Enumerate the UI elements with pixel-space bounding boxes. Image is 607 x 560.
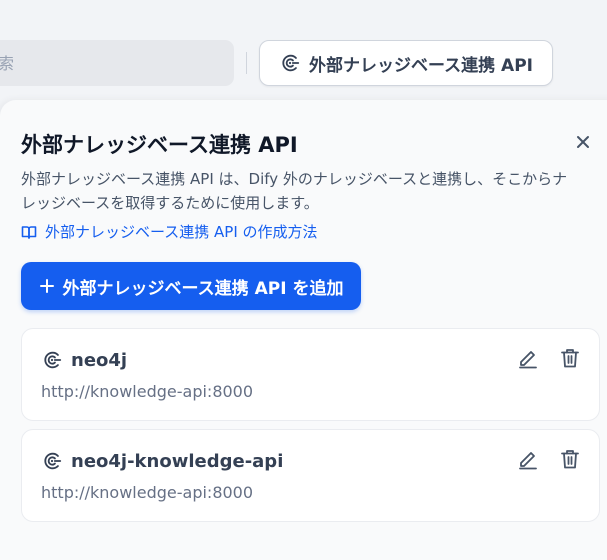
api-card[interactable]: neo4j-knowledge-api http://knowledge-api… (21, 429, 600, 522)
api-card[interactable]: neo4j http://knowledge-api:8000 (21, 328, 600, 421)
edit-icon (517, 347, 539, 369)
external-api-button-label: 外部ナレッジベース連携 API (308, 55, 533, 76)
api-card-actions (517, 347, 581, 369)
add-external-api-button[interactable]: 外部ナレッジベース連携 API を追加 (21, 262, 361, 310)
api-name: neo4j-knowledge-api (71, 450, 284, 472)
api-connection-icon (41, 450, 63, 472)
delete-button[interactable] (559, 347, 581, 369)
top-toolbar: 外部ナレッジベース連携 API (0, 0, 607, 100)
external-api-button[interactable]: 外部ナレッジベース連携 API (259, 40, 553, 86)
external-api-panel: 外部ナレッジベース連携 API 外部ナレッジベース連携 API は、Dify 外… (0, 100, 607, 560)
edit-button[interactable] (517, 448, 539, 470)
close-button[interactable] (572, 131, 594, 153)
trash-icon (559, 448, 581, 470)
api-card-header: neo4j (41, 349, 127, 371)
api-connection-icon (279, 52, 301, 74)
panel-description: 外部ナレッジベース連携 API は、Dify 外のナレッジベースと連携し、そこか… (21, 170, 568, 212)
panel-title: 外部ナレッジベース連携 API (21, 133, 298, 157)
edit-icon (517, 448, 539, 470)
howto-link-label: 外部ナレッジベース連携 API の作成方法 (45, 223, 318, 241)
howto-link[interactable]: 外部ナレッジベース連携 API の作成方法 (21, 221, 318, 242)
api-name: neo4j (71, 349, 128, 371)
divider (246, 52, 247, 74)
trash-icon (559, 347, 581, 369)
close-icon (575, 134, 591, 150)
search-input[interactable] (0, 52, 234, 74)
api-card-actions (517, 448, 581, 470)
search-field[interactable] (0, 40, 234, 86)
delete-button[interactable] (559, 448, 581, 470)
api-card-header: neo4j-knowledge-api (41, 450, 283, 472)
add-button-label: 外部ナレッジベース連携 API を追加 (62, 278, 344, 299)
api-connection-icon (41, 349, 63, 371)
book-open-icon (21, 224, 37, 240)
api-url: http://knowledge-api:8000 (41, 382, 254, 401)
plus-icon (39, 278, 55, 294)
edit-button[interactable] (517, 347, 539, 369)
api-url: http://knowledge-api:8000 (41, 483, 254, 502)
